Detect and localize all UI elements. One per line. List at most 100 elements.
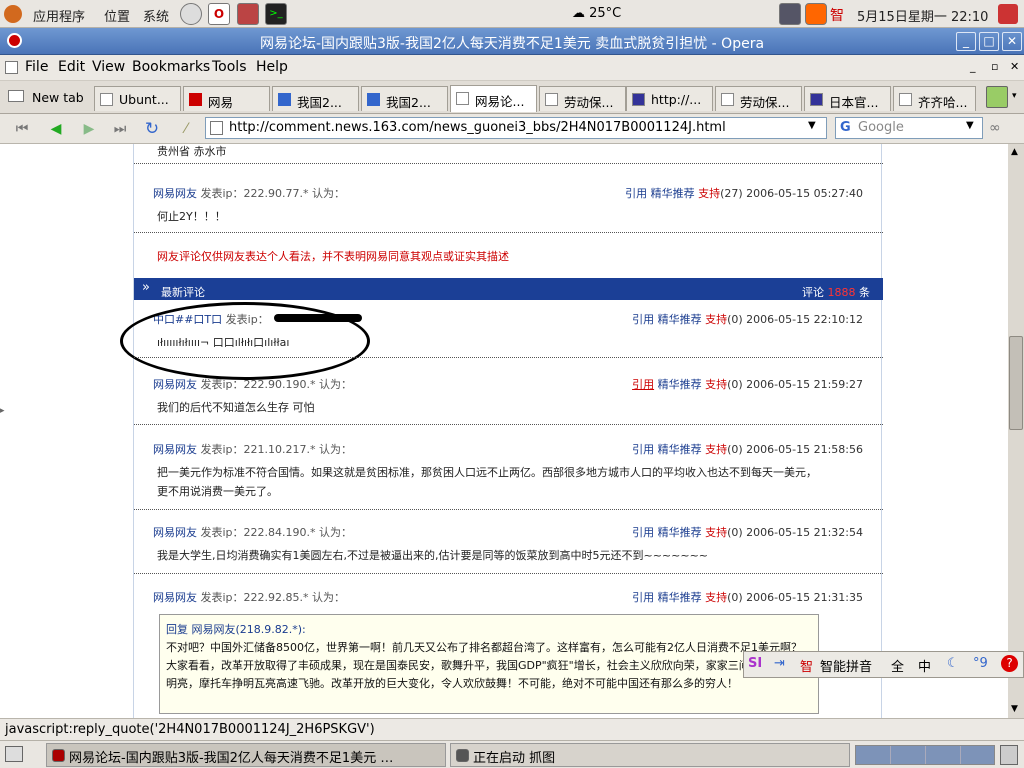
- comment-time: 2006-05-15 22:10:12: [746, 313, 863, 326]
- ubuntu-logo-icon[interactable]: [4, 5, 22, 23]
- opera-launcher-icon[interactable]: O: [208, 3, 230, 25]
- weather-applet[interactable]: ☁ 25°C: [572, 6, 621, 21]
- quote-link[interactable]: 引用: [632, 443, 654, 456]
- ime-tray-icon[interactable]: 智: [830, 5, 844, 25]
- comment-user[interactable]: 网易网友: [153, 526, 197, 539]
- tab-forum-active[interactable]: 网易论...: [450, 85, 537, 112]
- menu-tools[interactable]: Tools: [212, 59, 247, 75]
- tab-news-2[interactable]: 我国2...: [361, 86, 448, 111]
- scrollbar-thumb[interactable]: [1009, 336, 1023, 430]
- places-menu[interactable]: 位置: [104, 6, 130, 25]
- system-menu[interactable]: 系统: [143, 6, 169, 25]
- ime-punct-toggle[interactable]: °9: [973, 656, 988, 671]
- quote-link[interactable]: 引用: [632, 313, 654, 326]
- ime-chinese-toggle[interactable]: 中: [918, 656, 931, 675]
- ime-smart-icon[interactable]: 智: [800, 656, 813, 675]
- tab-news-1[interactable]: 我国2...: [272, 86, 359, 111]
- wand-icon[interactable]: ⁄: [176, 120, 196, 138]
- update-tray-icon[interactable]: [805, 3, 827, 25]
- ime-logo-icon[interactable]: SI: [748, 656, 762, 671]
- left-edge-arrow-icon[interactable]: ▸: [0, 406, 5, 416]
- new-tab-icon[interactable]: [8, 90, 24, 102]
- comment-user[interactable]: 网易网友: [153, 187, 197, 200]
- menu-bookmarks[interactable]: Bookmarks: [132, 59, 210, 75]
- tab-japan[interactable]: 日本官...: [804, 86, 891, 111]
- address-dropdown-icon[interactable]: ▼: [808, 120, 816, 131]
- close-button[interactable]: ✕: [1002, 32, 1022, 51]
- terminal-launcher-icon[interactable]: >_: [265, 3, 287, 25]
- recommend-link[interactable]: 精华推荐: [651, 187, 695, 200]
- maximize-button[interactable]: □: [979, 32, 999, 51]
- restore-page-icon[interactable]: _: [970, 60, 976, 73]
- vertical-scrollbar[interactable]: ▲ ▼: [1008, 144, 1024, 718]
- window-titlebar[interactable]: 网易论坛-国内跟贴3版-我国2亿人每天消费不足1美元 卖血式脱贫引担忧 - Op…: [0, 28, 1024, 55]
- recommend-link[interactable]: 精华推荐: [658, 313, 702, 326]
- tab-qiqihar[interactable]: 齐齐哈...: [893, 86, 976, 111]
- support-link[interactable]: 支持: [705, 378, 727, 391]
- tab-ubuntu[interactable]: Ubunt...: [94, 86, 181, 111]
- comment-user[interactable]: 网易网友: [153, 443, 197, 456]
- restore-window-icon[interactable]: ▫: [991, 60, 998, 73]
- ime-switch-icon[interactable]: ⇥: [774, 656, 785, 671]
- display-tray-icon[interactable]: [779, 3, 801, 25]
- workspace-switcher[interactable]: [855, 745, 995, 765]
- tab-labor-1[interactable]: 劳动保...: [539, 86, 626, 111]
- reload-icon[interactable]: ↻: [142, 120, 162, 138]
- recommend-link[interactable]: 精华推荐: [658, 526, 702, 539]
- package-launcher-icon[interactable]: [237, 3, 259, 25]
- support-link[interactable]: 支持: [705, 591, 727, 604]
- taskbar-item-screenshot[interactable]: 正在启动 抓图: [450, 743, 850, 767]
- logout-icon[interactable]: [998, 4, 1018, 24]
- quote-link[interactable]: 引用: [632, 526, 654, 539]
- quote-link[interactable]: 引用: [632, 591, 654, 604]
- tab-labor-2[interactable]: 劳动保...: [715, 86, 802, 111]
- clock[interactable]: 5月15日星期一 22:10: [857, 6, 988, 25]
- support-link[interactable]: 支持: [705, 313, 727, 326]
- quote-link[interactable]: 引用: [625, 187, 647, 200]
- forward-icon[interactable]: ▶: [79, 120, 99, 138]
- ime-name[interactable]: 智能拼音: [820, 656, 872, 675]
- recommend-link[interactable]: 精华推荐: [658, 591, 702, 604]
- ime-moon-icon[interactable]: ☾: [947, 656, 959, 671]
- scroll-up-icon[interactable]: ▲: [1011, 147, 1018, 157]
- rewind-icon[interactable]: ⏮: [12, 120, 32, 138]
- count-value[interactable]: 1888: [828, 286, 856, 299]
- recommend-link[interactable]: 精华推荐: [658, 443, 702, 456]
- fast-forward-icon[interactable]: ⏭: [110, 120, 130, 138]
- back-icon[interactable]: ◀: [46, 120, 66, 138]
- tab-menu-icon[interactable]: ▾: [1012, 91, 1017, 101]
- new-tab-button[interactable]: New tab: [32, 90, 84, 105]
- trash-icon[interactable]: [986, 86, 1008, 108]
- menu-edit[interactable]: Edit: [58, 59, 85, 75]
- tab-label: 我国2...: [386, 95, 431, 110]
- tab-http[interactable]: http://...: [626, 86, 713, 111]
- recommend-link[interactable]: 精华推荐: [658, 378, 702, 391]
- ime-toolbar[interactable]: SI ⇥ 智 智能拼音 全 中 ☾ °9 ?: [743, 651, 1024, 678]
- close-page-icon[interactable]: ✕: [1010, 60, 1019, 73]
- scroll-down-icon[interactable]: ▼: [1011, 704, 1018, 714]
- minimize-button[interactable]: _: [956, 32, 976, 51]
- comment-user[interactable]: 网易网友: [153, 378, 197, 391]
- support-link[interactable]: 支持: [698, 187, 720, 200]
- clock-launcher-icon[interactable]: [180, 3, 202, 25]
- opera-menu-icon[interactable]: [5, 61, 18, 74]
- show-desktop-icon[interactable]: [5, 746, 23, 762]
- menu-view[interactable]: View: [92, 59, 125, 75]
- search-dropdown-icon[interactable]: ▼: [966, 120, 974, 131]
- tab-163[interactable]: 网易: [183, 86, 270, 111]
- glasses-icon[interactable]: ∞: [989, 120, 1001, 136]
- menu-help[interactable]: Help: [256, 59, 288, 75]
- taskbar-item-opera[interactable]: 网易论坛-国内跟贴3版-我国2亿人每天消费不足1美元 …: [46, 743, 446, 767]
- support-link[interactable]: 支持: [705, 443, 727, 456]
- ime-help-icon[interactable]: ?: [1001, 655, 1018, 672]
- menu-file[interactable]: File: [25, 59, 48, 75]
- comment-meta: 网易网友 发表ip：221.10.217.* 认为：: [153, 441, 352, 457]
- applications-menu[interactable]: 应用程序: [33, 6, 85, 25]
- comment-user[interactable]: 网易网友: [153, 591, 197, 604]
- support-link[interactable]: 支持: [705, 526, 727, 539]
- search-field[interactable]: G Google: [835, 117, 983, 139]
- trash-applet-icon[interactable]: [1000, 745, 1018, 765]
- quote-link[interactable]: 引用: [632, 378, 654, 391]
- address-field[interactable]: http://comment.news.163.com/news_guonei3…: [205, 117, 827, 139]
- ime-fullwidth-toggle[interactable]: 全: [891, 656, 904, 675]
